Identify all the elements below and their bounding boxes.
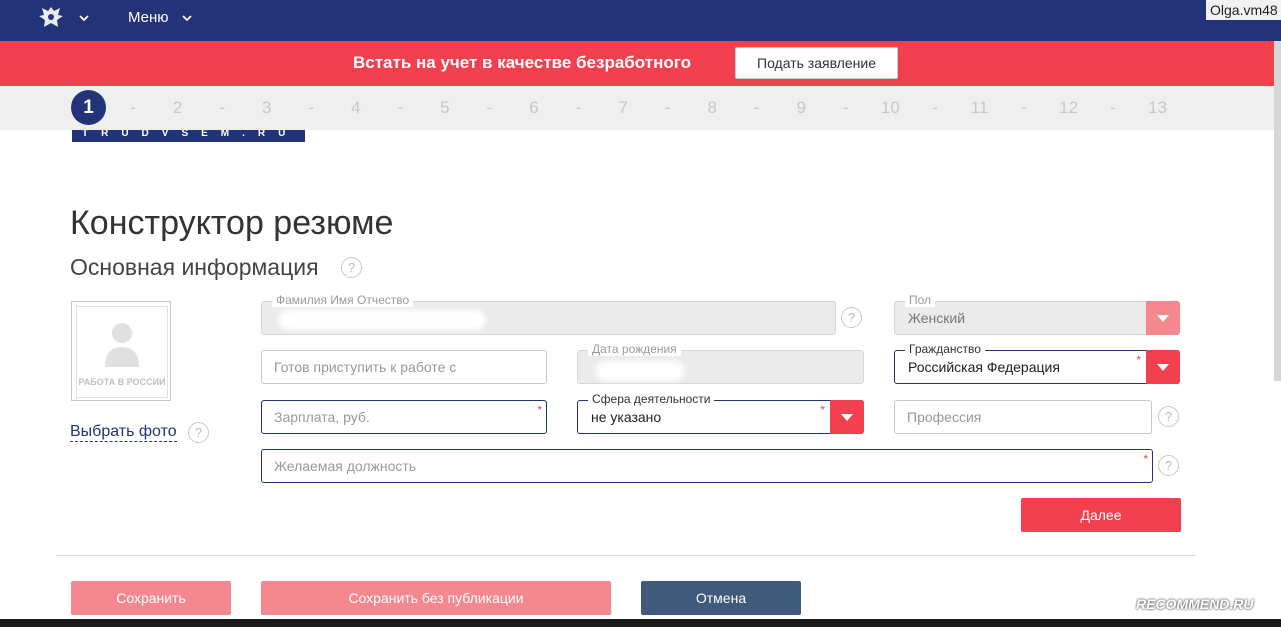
fio-label: Фамилия Имя Отчество — [272, 293, 414, 307]
ready-date-field[interactable]: Готов приступить к работе с — [261, 350, 547, 384]
step-2[interactable]: 2 — [163, 98, 193, 118]
citizenship-select[interactable]: Гражданство Российская Федерация * — [894, 342, 1180, 384]
section-title: Основная информация — [70, 254, 319, 280]
step-separator: - — [397, 98, 404, 117]
step-10[interactable]: 10 — [875, 98, 905, 118]
fio-field[interactable]: Фамилия Имя Отчество — [261, 293, 836, 335]
profession-field[interactable]: Профессия — [894, 400, 1152, 434]
step-separator: - — [219, 98, 225, 117]
step-11[interactable]: 11 — [965, 98, 995, 118]
profession-help-icon[interactable]: ? — [1158, 406, 1179, 427]
photo-caption: РАБОТА В РОССИИ — [78, 377, 166, 387]
step-separator: - — [130, 98, 136, 117]
sphere-value: не указано — [591, 409, 662, 425]
step-separator: - — [843, 98, 849, 117]
step-separator: - — [1110, 98, 1116, 117]
citizenship-required-mark: * — [1136, 353, 1141, 367]
citizenship-label: Гражданство — [905, 342, 985, 356]
birth-date-field[interactable]: Дата рождения — [577, 342, 864, 384]
step-separator: - — [932, 98, 938, 117]
salary-placeholder: Зарплата, руб. — [274, 409, 370, 425]
step-3[interactable]: 3 — [252, 98, 282, 118]
position-help-icon[interactable]: ? — [1158, 455, 1179, 476]
sphere-label: Сфера деятельности — [588, 392, 715, 406]
cancel-button[interactable]: Отмена — [641, 581, 801, 615]
step-7[interactable]: 7 — [608, 98, 638, 118]
divider — [56, 555, 1196, 556]
step-12[interactable]: 12 — [1054, 98, 1084, 118]
menu-chevron-down-icon[interactable] — [181, 12, 193, 24]
desired-position-placeholder: Желаемая должность — [274, 458, 417, 474]
step-9[interactable]: 9 — [786, 98, 816, 118]
position-required-mark: * — [1143, 452, 1148, 466]
watermark: RECOMMEND.RU — [1136, 596, 1254, 612]
desired-position-field[interactable]: Желаемая должность * — [261, 449, 1153, 483]
taskbar — [0, 619, 1281, 627]
step-separator: - — [753, 98, 760, 117]
ready-date-placeholder: Готов приступить к работе с — [274, 359, 457, 375]
step-8[interactable]: 8 — [697, 98, 727, 118]
photo-placeholder[interactable]: РАБОТА В РОССИИ — [71, 301, 171, 401]
gender-select[interactable]: Пол Женский — [894, 293, 1180, 335]
save-without-publish-button[interactable]: Сохранить без публикации — [261, 581, 611, 615]
step-5[interactable]: 5 — [430, 98, 460, 118]
gender-value: Женский — [908, 310, 966, 326]
choose-photo-link[interactable]: Выбрать фото — [70, 423, 177, 442]
salary-field[interactable]: Зарплата, руб. * — [261, 400, 547, 434]
scrollbar[interactable] — [1274, 41, 1281, 381]
citizenship-value: Российская Федерация — [908, 359, 1060, 375]
page-title: Конструктор резюме — [70, 204, 394, 242]
trudvsem-logo: TRUDVSEM.RU — [72, 130, 305, 142]
apply-button[interactable]: Подать заявление — [735, 47, 898, 79]
photo-help-icon[interactable]: ? — [188, 422, 209, 443]
fio-help-icon[interactable]: ? — [841, 307, 862, 328]
menu-label[interactable]: Меню — [128, 9, 169, 26]
username-label: Olga.vm48 — [1206, 0, 1281, 20]
gender-dropdown-icon[interactable] — [1146, 301, 1180, 335]
sphere-select[interactable]: Сфера деятельности не указано * — [577, 392, 864, 434]
citizenship-dropdown-icon[interactable] — [1146, 350, 1180, 384]
gender-label: Пол — [905, 293, 936, 307]
next-button[interactable]: Далее — [1021, 498, 1181, 532]
save-button[interactable]: Сохранить — [71, 581, 231, 615]
profession-placeholder: Профессия — [907, 409, 982, 425]
step-separator: - — [664, 98, 671, 117]
section-help-icon[interactable]: ? — [341, 257, 362, 278]
salary-required-mark: * — [537, 403, 542, 417]
step-4[interactable]: 4 — [341, 98, 371, 118]
banner-title: Встать на учет в качестве безработного — [353, 53, 691, 72]
step-separator: - — [575, 98, 582, 117]
coat-of-arms-icon[interactable] — [36, 4, 66, 32]
step-separator: - — [308, 98, 315, 117]
birth-date-label: Дата рождения — [588, 342, 681, 356]
sphere-dropdown-icon[interactable] — [830, 400, 864, 434]
sphere-required-mark: * — [820, 403, 825, 417]
person-silhouette-icon — [105, 323, 139, 367]
step-active[interactable]: 1 — [71, 90, 106, 125]
step-13[interactable]: 13 — [1143, 98, 1173, 118]
step-separator: - — [486, 98, 493, 117]
chevron-down-icon[interactable] — [78, 12, 90, 24]
step-6[interactable]: 6 — [519, 98, 549, 118]
step-separator: - — [1021, 98, 1027, 117]
